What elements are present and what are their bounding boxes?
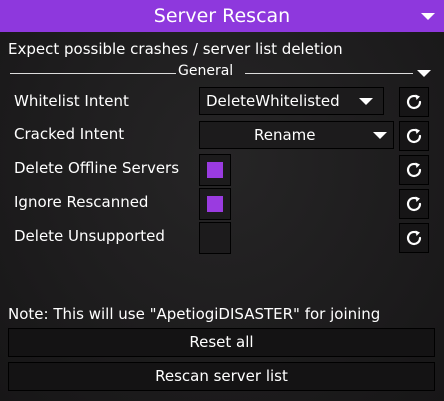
cracked-intent-dropdown[interactable]: Rename [199, 121, 394, 149]
collapse-window-icon[interactable] [421, 13, 435, 20]
whitelist-intent-value: DeleteWhitelisted [206, 92, 340, 110]
ignore-rescanned-reset-button[interactable] [399, 189, 429, 219]
delete-unsupported-label: Delete Unsupported [14, 227, 165, 245]
reset-icon [406, 230, 422, 246]
server-rescan-window: Server Rescan Expect possible crashes / … [0, 0, 444, 401]
section-divider-right [245, 73, 413, 74]
delete-offline-servers-checkbox[interactable] [199, 154, 231, 186]
cracked-intent-label: Cracked Intent [14, 125, 125, 143]
section-collapse-icon[interactable] [417, 70, 431, 77]
window-title: Server Rescan [153, 5, 291, 27]
section-label-general: General [178, 63, 234, 79]
section-divider-left [10, 73, 176, 74]
whitelist-intent-reset-button[interactable] [399, 87, 429, 117]
whitelist-intent-label: Whitelist Intent [14, 92, 129, 110]
cracked-intent-reset-button[interactable] [399, 121, 429, 151]
warning-text: Expect possible crashes / server list de… [8, 40, 343, 58]
chevron-down-icon [359, 98, 373, 105]
delete-unsupported-reset-button[interactable] [399, 223, 429, 253]
title-bar[interactable]: Server Rescan [0, 0, 444, 32]
note-text: Note: This will use "ApetiogiDISASTER" f… [8, 305, 381, 323]
ignore-rescanned-checkbox[interactable] [199, 188, 231, 220]
cracked-intent-value: Rename [254, 126, 316, 144]
chevron-down-icon [373, 132, 387, 139]
reset-icon [406, 128, 422, 144]
reset-icon [406, 162, 422, 178]
rescan-server-list-button[interactable]: Rescan server list [8, 362, 435, 391]
whitelist-intent-dropdown[interactable]: DeleteWhitelisted [199, 87, 384, 115]
delete-unsupported-checkbox[interactable] [199, 222, 231, 254]
checkbox-checked-fill [207, 196, 223, 212]
checkbox-checked-fill [207, 162, 223, 178]
ignore-rescanned-label: Ignore Rescanned [14, 193, 149, 211]
reset-icon [406, 196, 422, 212]
delete-offline-servers-label: Delete Offline Servers [14, 159, 180, 177]
reset-icon [406, 94, 422, 110]
reset-all-button[interactable]: Reset all [8, 328, 435, 357]
delete-offline-servers-reset-button[interactable] [399, 155, 429, 185]
